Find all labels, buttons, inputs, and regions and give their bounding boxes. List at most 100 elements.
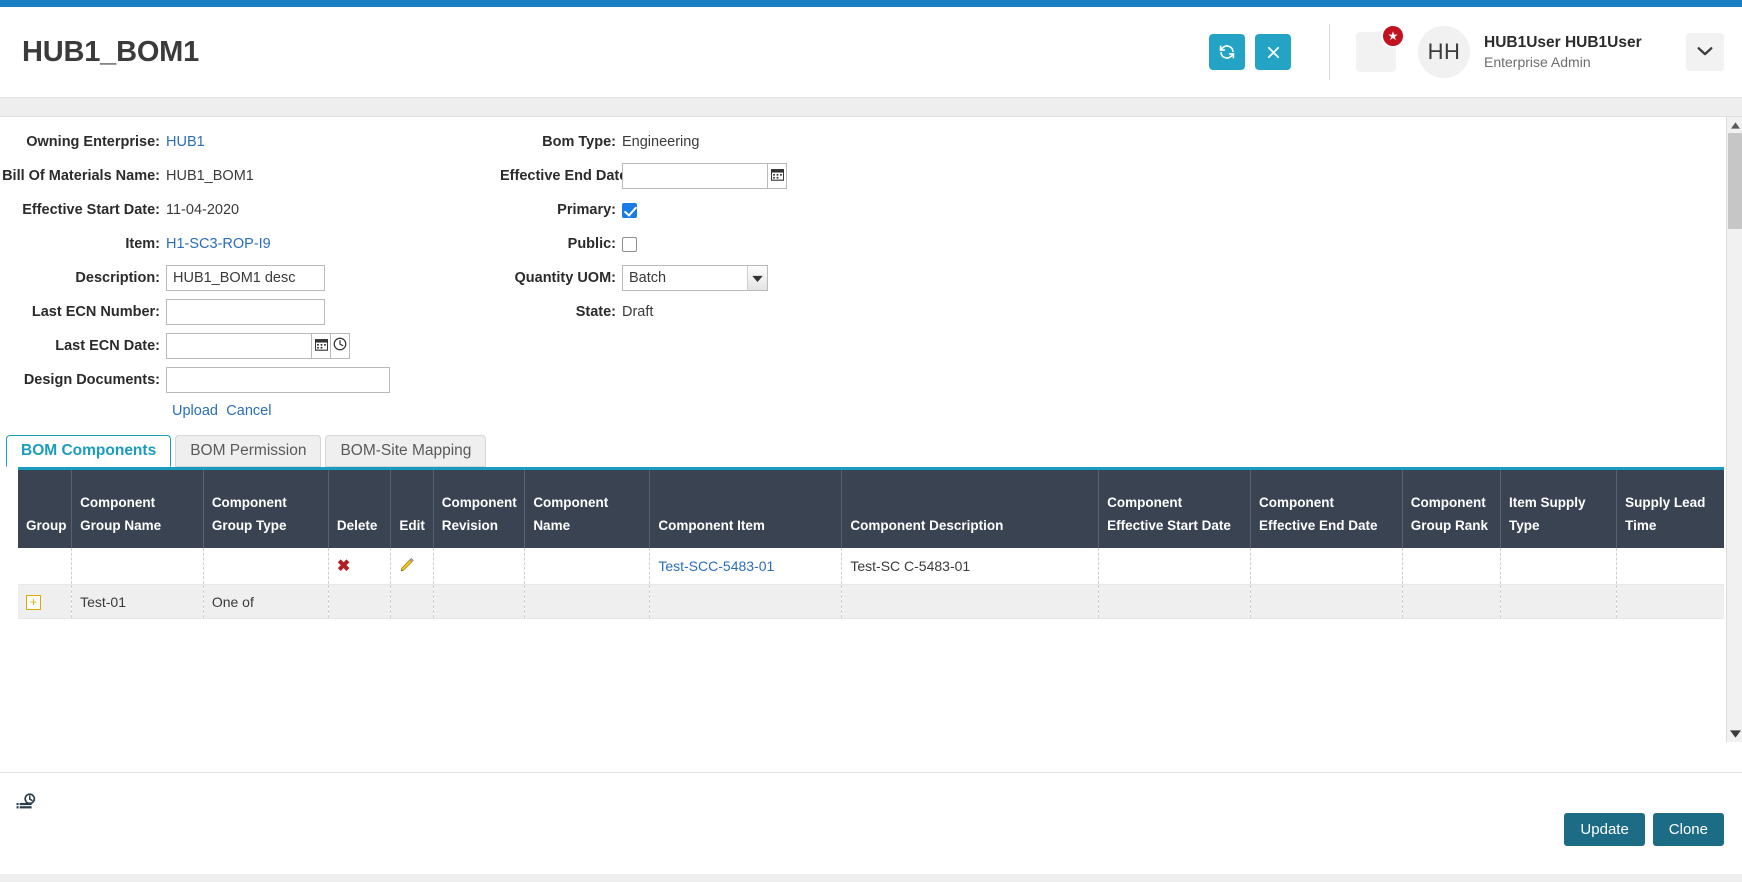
header-separator-band	[0, 98, 1742, 117]
primary-checkbox[interactable]	[622, 202, 637, 218]
cell-supply-lead-time	[1616, 584, 1724, 619]
notification-star-badge[interactable]: ★	[1381, 24, 1405, 48]
col-group[interactable]: Group	[18, 470, 73, 548]
cell-component-revision	[433, 584, 526, 619]
cell-group	[18, 548, 73, 585]
col-supply-lead-time[interactable]: Supply Lead Time	[1616, 470, 1724, 548]
col-component-description[interactable]: Component Description	[841, 470, 1100, 548]
table-header-row: Group Component Group Name Component Gro…	[18, 470, 1724, 548]
components-table: Group Component Group Name Component Gro…	[18, 470, 1724, 619]
cell-component-revision	[433, 548, 526, 585]
col-component-group-rank[interactable]: Component Group Rank	[1402, 470, 1502, 548]
field-bom-type: Bom Type: Engineering	[500, 129, 1020, 155]
col-component-effective-start-date[interactable]: Component Effective Start Date	[1098, 470, 1251, 548]
last-ecn-date-label: Last ECN Date:	[55, 338, 160, 354]
owning-enterprise-label: Owning Enterprise:	[26, 134, 160, 150]
bom-type-value: Engineering	[622, 134, 700, 150]
time-picker-button[interactable]	[331, 333, 350, 359]
col-item-supply-type[interactable]: Item Supply Type	[1500, 470, 1618, 548]
delete-row-icon[interactable]: ✖	[337, 558, 350, 575]
footer-bottom-band	[0, 874, 1742, 882]
cell-component-name	[524, 584, 651, 619]
design-documents-actions: Upload Cancel	[0, 402, 500, 419]
effective-end-date-group	[622, 163, 787, 189]
page-title: HUB1_BOM1	[22, 35, 200, 68]
public-checkbox[interactable]	[622, 236, 637, 252]
col-component-effective-end-date[interactable]: Component Effective End Date	[1250, 470, 1403, 548]
col-component-item[interactable]: Component Item	[649, 470, 843, 548]
tab-bom-components[interactable]: BOM Components	[6, 435, 172, 467]
page-scroll-thumb[interactable]	[1728, 133, 1742, 229]
field-item: Item: H1-SC3-ROP-I9	[0, 231, 500, 257]
upload-link[interactable]: Upload	[172, 403, 218, 419]
last-ecn-number-input[interactable]	[166, 299, 325, 325]
public-label: Public:	[567, 236, 616, 252]
effective-start-date-label: Effective Start Date:	[22, 202, 160, 218]
user-menu-toggle[interactable]	[1686, 33, 1724, 71]
refresh-button[interactable]	[1209, 34, 1245, 70]
tab-bom-site-mapping[interactable]: BOM-Site Mapping	[325, 435, 487, 467]
col-delete[interactable]: Delete	[328, 470, 392, 548]
field-design-documents: Design Documents:	[0, 367, 500, 393]
col-component-name[interactable]: Component Name	[524, 470, 651, 548]
col-component-group-name[interactable]: Component Group Name	[71, 470, 204, 548]
effective-start-date-value: 11-04-2020	[166, 202, 240, 218]
expand-group-icon[interactable]: +	[26, 595, 41, 610]
item-link[interactable]: H1-SC3-ROP-I9	[166, 236, 271, 252]
field-last-ecn-number: Last ECN Number:	[0, 299, 500, 325]
cell-component-group-type: One of	[203, 584, 329, 619]
user-role: Enterprise Admin	[1484, 53, 1591, 70]
description-input[interactable]	[166, 265, 325, 291]
form-right-column: Bom Type: Engineering Effective End Date…	[500, 129, 1020, 419]
cell-item-supply-type	[1500, 548, 1618, 585]
table-row: + Test-01 One of	[18, 584, 1724, 619]
effective-end-date-input[interactable]	[622, 163, 768, 189]
header-action-buttons	[1209, 34, 1291, 70]
page-footer: Update Clone	[0, 772, 1742, 882]
cell-delete	[328, 584, 392, 619]
effective-end-date-calendar-button[interactable]	[768, 163, 787, 189]
quantity-uom-select-wrapper: Batch	[622, 265, 768, 291]
design-documents-input[interactable]	[166, 367, 390, 393]
field-effective-end-date: Effective End Date:	[500, 163, 1020, 189]
cell-component-group-rank	[1402, 584, 1502, 619]
application-root: HUB1_BOM1 ★ HH HUB1User HUB1User Enterpr…	[0, 0, 1742, 882]
col-component-group-type[interactable]: Component Group Type	[203, 470, 329, 548]
bom-components-grid: Group Component Group Name Component Gro…	[18, 467, 1724, 742]
cell-component-description: Test-SC C-5483-01	[841, 548, 1100, 585]
cell-delete: ✖	[328, 548, 392, 585]
quantity-uom-select[interactable]: Batch	[622, 265, 768, 291]
component-item-link[interactable]: Test-SCC-5483-01	[658, 558, 774, 574]
owning-enterprise-link[interactable]: HUB1	[166, 134, 205, 150]
footer-left	[10, 791, 38, 817]
update-button[interactable]: Update	[1564, 813, 1645, 846]
cell-edit	[390, 584, 434, 619]
close-button[interactable]	[1255, 34, 1291, 70]
calendar-icon	[770, 168, 784, 185]
col-component-revision[interactable]: Component Revision	[433, 470, 526, 548]
cell-group: +	[18, 584, 73, 619]
header-divider	[1329, 24, 1330, 80]
field-description: Description:	[0, 265, 500, 291]
page-vertical-scrollbar[interactable]	[1726, 117, 1742, 742]
edit-row-icon[interactable]	[399, 557, 415, 576]
cancel-upload-link[interactable]: Cancel	[226, 403, 271, 419]
main-content: Owning Enterprise: HUB1 Bill Of Material…	[0, 117, 1742, 742]
last-ecn-date-group	[166, 333, 350, 359]
close-icon	[1265, 44, 1282, 61]
col-edit[interactable]: Edit	[390, 470, 434, 548]
tab-bom-permission[interactable]: BOM Permission	[175, 435, 322, 467]
description-label: Description:	[75, 270, 160, 286]
cell-component-item	[649, 584, 843, 619]
scroll-up-arrow-icon[interactable]	[1727, 117, 1742, 133]
calendar-picker-button[interactable]	[312, 333, 331, 359]
bom-name-value: HUB1_BOM1	[166, 168, 254, 184]
design-documents-label: Design Documents:	[23, 372, 160, 388]
last-ecn-date-input[interactable]	[166, 333, 312, 359]
state-value: Draft	[622, 304, 654, 320]
clone-button[interactable]: Clone	[1652, 813, 1724, 846]
cell-component-group-name	[71, 548, 204, 585]
scroll-down-arrow-icon[interactable]	[1727, 726, 1742, 742]
field-public: Public:	[500, 231, 1020, 257]
history-clock-icon[interactable]	[16, 793, 38, 817]
